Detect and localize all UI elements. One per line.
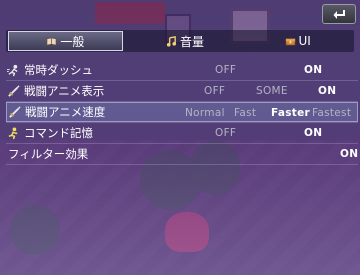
running-icon [6, 126, 20, 140]
option-choice-on[interactable]: ON [304, 60, 322, 80]
option-list: 常時ダッシュ OFF ON 戦闘アニメ表示 OFF SOME ON 戦闘アニメ速… [6, 60, 358, 165]
tab-general[interactable]: 一般 [8, 31, 123, 51]
option-row-filter[interactable]: フィルター効果 ON [6, 144, 358, 164]
music-note-icon [166, 35, 177, 47]
option-row-always-dash[interactable]: 常時ダッシュ OFF ON [6, 60, 358, 80]
tab-volume[interactable]: 音量 [129, 31, 242, 51]
chest-icon [285, 36, 296, 47]
book-icon [46, 36, 57, 47]
option-choice-off[interactable]: OFF [215, 123, 236, 143]
option-row-battle-anim[interactable]: 戦闘アニメ表示 OFF SOME ON [6, 81, 358, 101]
option-label: コマンド記憶 [24, 126, 93, 140]
option-label: 常時ダッシュ [24, 63, 93, 77]
option-choice-some[interactable]: SOME [256, 81, 288, 101]
dash-icon [6, 63, 20, 77]
speed-icon [7, 105, 21, 119]
option-row-battle-speed[interactable]: 戦闘アニメ速度 Normal Fast Faster Fastest [6, 102, 358, 122]
option-label: 戦闘アニメ速度 [25, 105, 106, 119]
tab-ui[interactable]: UI [241, 31, 354, 51]
option-label: フィルター効果 [8, 147, 89, 161]
option-choice-off[interactable]: OFF [204, 81, 225, 101]
option-choice-off[interactable]: OFF [215, 60, 236, 80]
option-row-command-memory[interactable]: コマンド記憶 OFF ON [6, 123, 358, 143]
tab-volume-label: 音量 [180, 34, 205, 49]
back-arrow-icon [333, 10, 345, 19]
option-choice-faster[interactable]: Faster [271, 103, 310, 123]
option-choice-fast[interactable]: Fast [234, 103, 256, 123]
option-label: 戦闘アニメ表示 [24, 84, 105, 98]
tab-ui-label: UI [298, 34, 311, 48]
back-button[interactable] [322, 4, 356, 24]
option-choice-normal[interactable]: Normal [185, 103, 225, 123]
option-choice-fastest[interactable]: Fastest [312, 103, 351, 123]
tab-general-label: 一般 [60, 34, 85, 49]
option-choice-on[interactable]: ON [318, 81, 336, 101]
settings-tabs: 一般 音量 UI [6, 30, 354, 52]
sword-icon [6, 84, 20, 98]
option-value-on[interactable]: ON [340, 144, 358, 164]
row-divider [6, 164, 358, 165]
option-choice-on[interactable]: ON [304, 123, 322, 143]
